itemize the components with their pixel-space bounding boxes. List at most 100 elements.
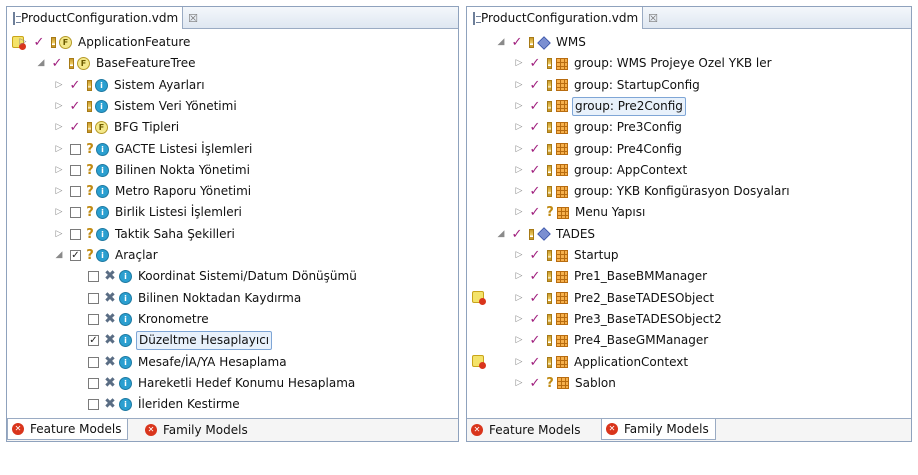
expand-toggle-icon[interactable]: ▷ <box>513 161 525 180</box>
expand-toggle-icon[interactable]: ▷ <box>53 97 65 116</box>
tree-row[interactable]: ▷ ✓ Pre1_BaseBMManager <box>467 267 911 286</box>
expand-toggle-icon[interactable]: ▷ <box>513 246 525 265</box>
selection-check-icon[interactable]: ✓ <box>529 140 541 159</box>
tree-row[interactable]: ◢ ✓ WMS <box>467 33 911 52</box>
tree-row[interactable]: ▷ ✓? Sablon <box>467 374 911 393</box>
tree-row[interactable]: ▷ ✓ F ApplicationFeature <box>7 33 458 52</box>
expand-toggle-icon[interactable]: ◢ <box>53 246 65 265</box>
selection-checkbox[interactable] <box>70 207 81 219</box>
selection-checkbox[interactable] <box>88 399 99 411</box>
selection-check-icon[interactable]: ✓ <box>529 289 541 308</box>
selection-checkbox[interactable] <box>70 143 81 155</box>
tree-row[interactable]: ▷? i GACTE Listesi İşlemleri <box>7 140 458 159</box>
expand-toggle-icon[interactable]: ◢ <box>495 225 507 244</box>
tree-row[interactable]: ▷ ✓ group: WMS Projeye Ozel YKB ler <box>467 54 911 73</box>
bottom-tab-feature-models[interactable]: ✕ Feature Models <box>467 419 586 440</box>
selection-checkbox[interactable]: ✓ <box>70 250 81 261</box>
tree-row[interactable]: ✖ i İleriden Kestirme <box>7 395 458 414</box>
close-icon[interactable]: ☒ <box>648 12 658 25</box>
selection-check-icon[interactable]: ✓ <box>529 310 541 329</box>
selection-check-icon[interactable]: ✓ <box>511 225 523 244</box>
editor-tab[interactable]: ProductConfiguration.vdm ☒ <box>467 7 658 29</box>
tree-row[interactable]: ▷? i Taktik Saha Şekilleri <box>7 225 458 244</box>
bottom-tab-family-models[interactable]: ✕ Family Models <box>141 419 254 440</box>
expand-toggle-icon[interactable]: ▷ <box>17 33 29 52</box>
tree-row[interactable]: ▷? i Metro Raporu Yönetimi <box>7 182 458 201</box>
expand-toggle-icon[interactable]: ▷ <box>513 118 525 137</box>
tree-row[interactable]: ▷ ✓? Menu Yapısı <box>467 203 911 222</box>
expand-toggle-icon[interactable]: ▷ <box>513 289 525 308</box>
selection-check-icon[interactable]: ✓ <box>69 76 81 95</box>
expand-toggle-icon[interactable]: ▷ <box>513 331 525 350</box>
expand-toggle-icon[interactable]: ◢ <box>35 54 47 73</box>
selection-check-icon[interactable]: ✓ <box>529 97 541 116</box>
selection-check-icon[interactable]: ✓ <box>529 54 541 73</box>
expand-toggle-icon[interactable]: ▷ <box>513 267 525 286</box>
expand-toggle-icon[interactable]: ▷ <box>513 182 525 201</box>
expand-toggle-icon[interactable]: ▷ <box>53 203 65 222</box>
tree-row[interactable]: ▷ ✓ Startup <box>467 246 911 265</box>
selection-check-icon[interactable]: ✓ <box>529 161 541 180</box>
tree-row[interactable]: ◢ ✓? i Araçlar <box>7 246 458 265</box>
selection-checkbox[interactable] <box>88 313 99 325</box>
selection-check-icon[interactable]: ✓ <box>529 182 541 201</box>
expand-toggle-icon[interactable]: ▷ <box>53 225 65 244</box>
tree-row[interactable]: ▷ ✓ ApplicationContext <box>467 353 911 372</box>
selection-check-icon[interactable]: ✓ <box>529 353 541 372</box>
expand-toggle-icon[interactable]: ▷ <box>513 203 525 222</box>
tree-row[interactable]: ▷? i Bilinen Nokta Yönetimi <box>7 161 458 180</box>
selection-check-icon[interactable]: ✓ <box>51 54 63 73</box>
editor-tab[interactable]: ProductConfiguration.vdm ☒ <box>7 7 198 29</box>
selection-check-icon[interactable]: ✓ <box>529 76 541 95</box>
expand-toggle-icon[interactable]: ▷ <box>513 54 525 73</box>
selection-check-icon[interactable]: ✓ <box>529 331 541 350</box>
tree-row[interactable]: ▷ ✓ Pre2_BaseTADESObject <box>467 289 911 308</box>
tree-row[interactable]: ◢ ✓ F BaseFeatureTree <box>7 54 458 73</box>
tree-row[interactable]: ▷ ✓ F BFG Tipleri <box>7 118 458 137</box>
tree-row[interactable]: ✖ i Mesafe/İA/YA Hesaplama <box>7 353 458 372</box>
selection-check-icon[interactable]: ✓ <box>529 118 541 137</box>
selection-check-icon[interactable]: ✓ <box>69 118 81 137</box>
tree-row[interactable]: ✖ i Kronometre <box>7 310 458 329</box>
selection-checkbox[interactable] <box>88 271 99 283</box>
tree-row[interactable]: ▷ ✓ group: YKB Konfigürasyon Dosyaları <box>467 182 911 201</box>
expand-toggle-icon[interactable]: ▷ <box>513 97 525 116</box>
tree-row[interactable]: ✖ i Koordinat Sistemi/Datum Dönüşümü <box>7 267 458 286</box>
expand-toggle-icon[interactable]: ▷ <box>53 76 65 95</box>
tree-row[interactable]: ✓ ✖ i Düzeltme Hesaplayıcı <box>7 331 458 351</box>
selection-checkbox[interactable] <box>88 292 99 304</box>
tree-row[interactable]: ▷ ✓ group: Pre4Config <box>467 140 911 159</box>
tree-row[interactable]: ▷ ✓ i Sistem Veri Yönetimi <box>7 97 458 116</box>
expand-toggle-icon[interactable]: ▷ <box>53 140 65 159</box>
selection-checkbox[interactable]: ✓ <box>88 335 99 347</box>
selection-checkbox[interactable] <box>70 164 81 176</box>
selection-check-icon[interactable]: ✓ <box>511 33 523 52</box>
tree-row[interactable]: ▷ ✓ Pre3_BaseTADESObject2 <box>467 310 911 329</box>
tree-row[interactable]: ✖ i Hareketli Hedef Konumu Hesaplama <box>7 374 458 393</box>
selection-check-icon[interactable]: ✓ <box>529 203 541 222</box>
tree-row[interactable]: ✖ i Bilinen Noktadan Kaydırma <box>7 289 458 308</box>
tree-row[interactable]: ▷ ✓ Pre4_BaseGMManager <box>467 331 911 350</box>
tree-row[interactable]: ▷ ✓ group: AppContext <box>467 161 911 180</box>
expand-toggle-icon[interactable]: ▷ <box>53 182 65 201</box>
expand-toggle-icon[interactable]: ◢ <box>495 33 507 52</box>
tree-row[interactable]: ▷ ✓ group: StartupConfig <box>467 76 911 95</box>
expand-toggle-icon[interactable]: ▷ <box>513 353 525 372</box>
selection-check-icon[interactable]: ✓ <box>33 33 45 52</box>
expand-toggle-icon[interactable]: ▷ <box>53 161 65 180</box>
selection-check-icon[interactable]: ✓ <box>529 246 541 265</box>
tree-row[interactable]: ▷? i Birlik Listesi İşlemleri <box>7 203 458 222</box>
tree-row[interactable]: ▷ ✓ group: Pre2Config <box>467 96 911 116</box>
expand-toggle-icon[interactable]: ▷ <box>513 76 525 95</box>
expand-toggle-icon[interactable]: ▷ <box>513 310 525 329</box>
bottom-tab-family-models[interactable]: ✕ Family Models <box>601 419 716 440</box>
expand-toggle-icon[interactable]: ▷ <box>513 140 525 159</box>
selection-check-icon[interactable]: ✓ <box>529 267 541 286</box>
tree-row[interactable]: ▷ ✓ i Sistem Ayarları <box>7 76 458 95</box>
selection-check-icon[interactable]: ✓ <box>69 97 81 116</box>
expand-toggle-icon[interactable]: ▷ <box>513 374 525 393</box>
bottom-tab-feature-models[interactable]: ✕ Feature Models <box>7 419 129 440</box>
expand-toggle-icon[interactable]: ▷ <box>53 118 65 137</box>
selection-checkbox[interactable] <box>88 377 99 389</box>
tree-row[interactable]: ◢ ✓ TADES <box>467 225 911 244</box>
